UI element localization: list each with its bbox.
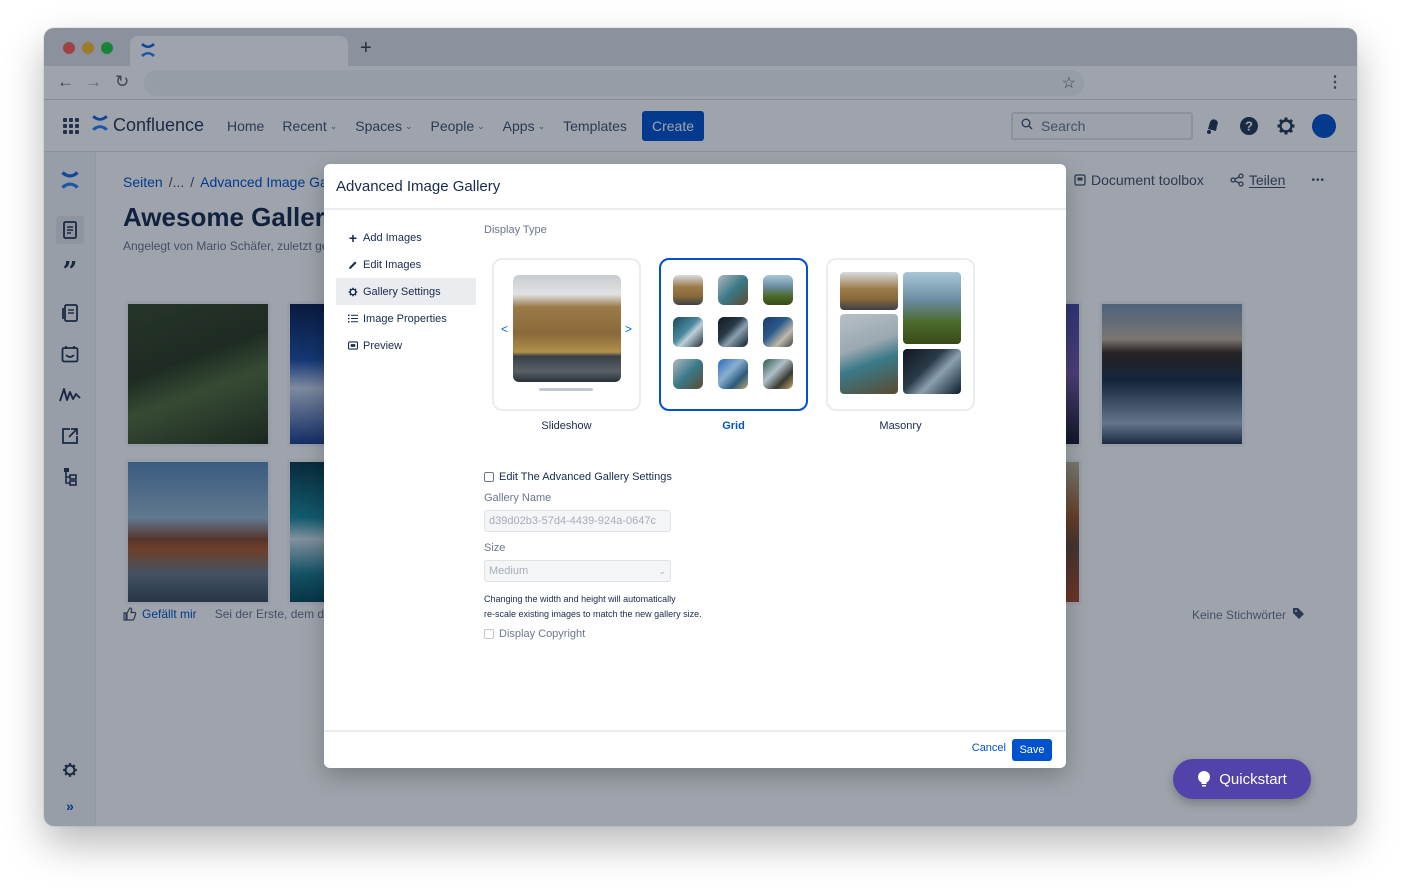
grid-preview-image [763, 275, 793, 305]
help-line: Changing the width and height will autom… [484, 594, 676, 604]
masonry-preview-image [840, 272, 898, 310]
grid-preview-image [673, 359, 703, 389]
grid-preview-image [718, 359, 748, 389]
masonry-preview-image [903, 349, 961, 394]
lightbulb-icon [1198, 771, 1211, 787]
nav-label: Preview [363, 339, 403, 352]
slideshow-preview-image [513, 275, 621, 382]
list-icon [348, 314, 358, 323]
gallery-settings-panel: Display Type < > Slideshow Grid Masonry … [484, 224, 975, 640]
advanced-settings: Edit The Advanced Gallery Settings Galle… [484, 471, 784, 640]
display-type-label: Slideshow [541, 420, 592, 432]
grid-preview-image [718, 275, 748, 305]
nav-gallery-settings[interactable]: Gallery Settings [336, 278, 476, 305]
grid-preview-image [718, 317, 748, 347]
nav-label: Add Images [363, 231, 422, 244]
modal-nav: + Add Images Edit Images Gallery Setting… [336, 224, 476, 359]
slideshow-card[interactable]: < > [492, 258, 641, 411]
checkbox[interactable] [484, 472, 494, 482]
display-type-options: < > Slideshow Grid Masonry [492, 258, 975, 432]
cancel-button[interactable]: Cancel [972, 742, 1006, 754]
quickstart-button[interactable]: Quickstart [1173, 759, 1311, 799]
grid-preview [673, 275, 793, 389]
edit-advanced-settings-checkbox[interactable]: Edit The Advanced Gallery Settings [484, 471, 784, 483]
size-help-text: Changing the width and height will autom… [484, 592, 784, 622]
plus-icon: + [348, 229, 358, 246]
size-select[interactable]: Medium ⌄ [484, 560, 671, 582]
size-label: Size [484, 542, 506, 554]
chevron-right-icon: > [624, 322, 632, 336]
browser-window: + ← → ↻ ☆ ⋮ Confluence Home Recent ⌄ Spac… [44, 28, 1357, 826]
grid-preview-image [673, 275, 703, 305]
modal-footer: Cancel Save [324, 730, 1066, 768]
size-value: Medium [489, 565, 529, 577]
nav-image-properties[interactable]: Image Properties [336, 305, 476, 332]
display-type-label: Masonry [879, 420, 922, 432]
gallery-name-value: d39d02b3-57d4-4439-924a-0647c [489, 515, 656, 527]
grid-preview-image [763, 359, 793, 389]
nav-label: Edit Images [363, 258, 422, 271]
nav-label: Image Properties [363, 312, 447, 325]
grid-preview-image [673, 317, 703, 347]
grid-preview-image [763, 317, 793, 347]
masonry-card[interactable] [826, 258, 975, 411]
masonry-preview-image [840, 314, 898, 394]
display-type-slideshow[interactable]: < > Slideshow [492, 258, 641, 432]
advanced-image-gallery-dialog: Advanced Image Gallery + Add Images Edit… [324, 164, 1066, 768]
checkbox[interactable] [484, 629, 494, 639]
gallery-name-label: Gallery Name [484, 492, 552, 504]
modal-title: Advanced Image Gallery [336, 177, 501, 195]
display-copyright-checkbox[interactable]: Display Copyright [484, 628, 784, 640]
checkbox-label: Display Copyright [499, 628, 586, 640]
gallery-name-input[interactable]: d39d02b3-57d4-4439-924a-0647c [484, 510, 671, 532]
display-type-label: Grid [722, 420, 745, 432]
chevron-left-icon: < [501, 322, 509, 336]
pencil-icon [348, 260, 358, 270]
checkbox-label: Edit The Advanced Gallery Settings [499, 471, 672, 483]
help-line: re-scale existing images to match the ne… [484, 609, 702, 619]
display-type-label: Display Type [484, 224, 547, 236]
quickstart-label: Quickstart [1219, 770, 1287, 788]
preview-icon [348, 341, 358, 350]
modal-header: Advanced Image Gallery [324, 164, 1066, 210]
nav-edit-images[interactable]: Edit Images [336, 251, 476, 278]
nav-label: Gallery Settings [363, 285, 441, 298]
gear-icon [348, 287, 358, 297]
nav-add-images[interactable]: + Add Images [336, 224, 476, 251]
save-button[interactable]: Save [1012, 739, 1052, 761]
nav-preview[interactable]: Preview [336, 332, 476, 359]
grid-card[interactable] [659, 258, 808, 411]
masonry-preview [840, 272, 962, 396]
display-type-masonry[interactable]: Masonry [826, 258, 975, 432]
chevron-down-icon: ⌄ [658, 565, 666, 576]
masonry-preview-image [903, 272, 961, 344]
display-type-grid[interactable]: Grid [659, 258, 808, 432]
slideshow-indicator [539, 388, 593, 391]
